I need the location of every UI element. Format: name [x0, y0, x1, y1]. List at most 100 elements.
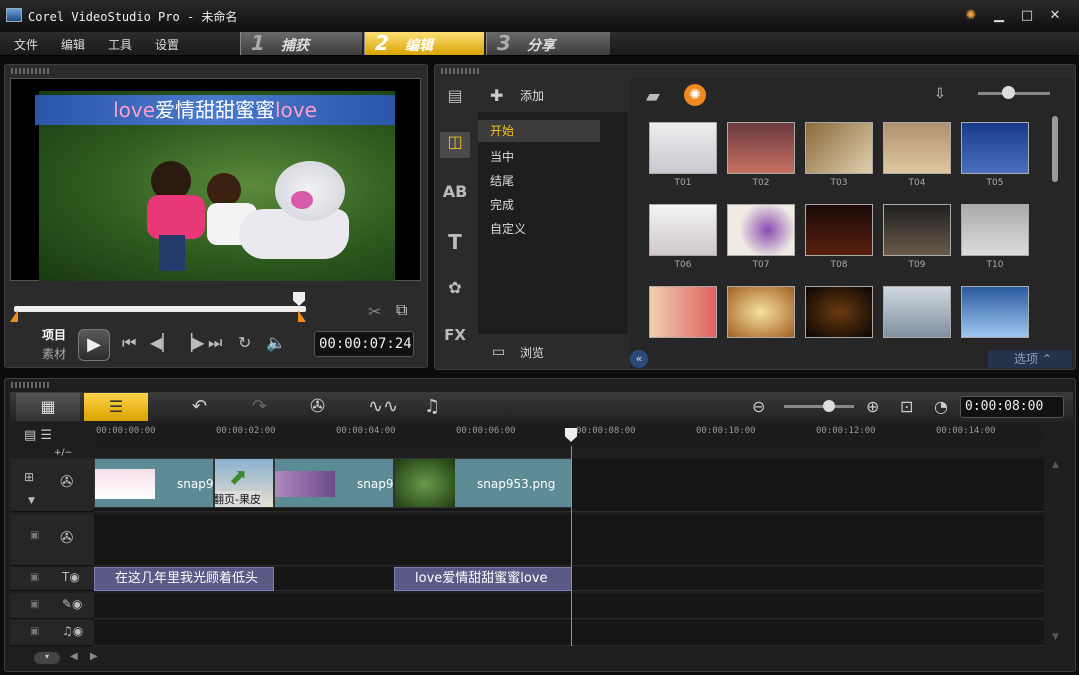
add-label[interactable]: 添加 — [520, 87, 544, 104]
timeline-view-button[interactable]: ☰ — [84, 393, 148, 421]
home-button[interactable]: ⏮ — [122, 333, 136, 353]
end-button[interactable]: ⏭ — [208, 333, 222, 353]
zoom-slider[interactable] — [784, 405, 854, 408]
lock-icon[interactable]: ▣ — [30, 599, 39, 610]
library-scrollbar[interactable] — [1052, 116, 1058, 182]
zoom-in-icon[interactable]: ⊕ — [866, 397, 879, 416]
repeat-button[interactable]: ↻ — [238, 333, 251, 352]
volume-button[interactable]: 🔈 — [266, 333, 286, 352]
graphic-icon[interactable]: ✿ — [440, 278, 470, 304]
lock-icon[interactable]: ▣ — [30, 626, 39, 637]
previous-frame-button[interactable]: ◀▏ — [150, 333, 175, 352]
scrub-bar[interactable] — [14, 306, 306, 312]
tab-capture[interactable]: 1 捕获 — [240, 31, 362, 55]
scroll-left-icon[interactable]: ◀ — [70, 651, 78, 662]
thumbnail-t11[interactable] — [649, 286, 717, 338]
browse-icon[interactable]: ▭ — [492, 344, 505, 360]
enlarge-preview-icon[interactable]: ⧉ — [396, 300, 407, 320]
video-clip[interactable]: snap9 — [274, 458, 394, 508]
panel-grip[interactable] — [11, 382, 51, 388]
title-track[interactable]: 在这几年里我光顾着低头 love爱情甜甜蜜蜜love — [94, 567, 1044, 591]
menu-settings[interactable]: 设置 — [155, 36, 179, 53]
timeline-scroll-up[interactable]: ▲ — [1052, 460, 1059, 470]
storyboard-view-button[interactable]: ▦ — [16, 393, 80, 421]
ripple-edit-icon[interactable]: ⊞ — [24, 470, 34, 484]
undo-icon[interactable]: ↶ — [192, 396, 207, 417]
thumbnail-t08[interactable] — [805, 204, 873, 256]
thumbnail-t04[interactable] — [883, 122, 951, 174]
mode-project[interactable]: 项目 — [42, 326, 66, 343]
title-clip[interactable]: 在这几年里我光顾着低头 — [94, 567, 274, 591]
timecode-display[interactable]: 00:00:07:24 — [314, 331, 414, 357]
scissors-icon[interactable]: ✂ — [368, 302, 381, 321]
thumbnail-t15[interactable] — [961, 286, 1029, 338]
audio-mix-icon[interactable]: ∿∿ — [368, 396, 398, 417]
thumbnail-t07[interactable] — [727, 204, 795, 256]
play-button[interactable]: ▶ — [78, 329, 110, 361]
fx-icon[interactable]: FX — [440, 326, 470, 352]
category-done[interactable]: 完成 — [490, 196, 514, 213]
thumbnail-t03[interactable] — [805, 122, 873, 174]
scroll-right-icon[interactable]: ▶ — [90, 651, 98, 662]
tab-share[interactable]: 3 分享 — [486, 31, 610, 55]
video-clip[interactable]: snap9 — [94, 458, 214, 508]
thumbnail-t02[interactable] — [727, 122, 795, 174]
category-middle[interactable]: 当中 — [490, 148, 514, 165]
thumbnail-t05[interactable] — [961, 122, 1029, 174]
timeline-options-button[interactable]: ▾ — [34, 652, 60, 664]
thumbnail-t13[interactable] — [805, 286, 873, 338]
add-icon[interactable]: ✚ — [490, 86, 503, 105]
lock-icon[interactable]: ▣ — [30, 572, 39, 583]
close-button[interactable]: ✕ — [1046, 8, 1064, 24]
video-track[interactable]: snap9 ⬈ 翻页-果皮 snap9 snap953.png — [94, 458, 1044, 512]
browse-label[interactable]: 浏览 — [520, 344, 544, 361]
redo-icon[interactable]: ↷ — [252, 396, 267, 417]
tab-edit[interactable]: 2 编辑 — [364, 31, 484, 55]
auto-music-icon[interactable]: ♫ — [424, 396, 440, 417]
menu-file[interactable]: 文件 — [14, 36, 38, 53]
category-custom[interactable]: 自定义 — [490, 220, 526, 237]
menu-tools[interactable]: 工具 — [108, 36, 132, 53]
thumbnail-t10[interactable] — [961, 204, 1029, 256]
voice-track[interactable] — [94, 593, 1044, 619]
transition-clip[interactable]: ⬈ 翻页-果皮 — [214, 458, 274, 508]
lock-icon[interactable]: ▣ — [30, 530, 39, 541]
panel-grip[interactable] — [441, 68, 481, 74]
thumbnail-t09[interactable] — [883, 204, 951, 256]
sort-icon[interactable]: ⇩ — [934, 86, 946, 102]
slider-knob[interactable] — [1002, 86, 1015, 99]
title-clip[interactable]: love爱情甜甜蜜蜜love — [394, 567, 572, 591]
maximize-button[interactable]: □ — [1018, 8, 1036, 24]
next-frame-button[interactable]: ▕▶ — [180, 333, 205, 352]
media-icon[interactable]: ▤ — [440, 86, 470, 112]
category-end[interactable]: 结尾 — [490, 172, 514, 189]
folder-icon[interactable]: ▰ — [646, 86, 660, 107]
overlay-track[interactable] — [94, 514, 1044, 566]
menu-edit[interactable]: 编辑 — [61, 36, 85, 53]
transition-icon[interactable]: ◫ — [440, 132, 470, 158]
add-remove-tracks[interactable]: +/− — [54, 448, 72, 458]
zoom-slider-knob[interactable] — [823, 400, 835, 412]
film-reel-icon[interactable]: ✺ — [684, 84, 706, 106]
record-capture-icon[interactable]: ✇ — [310, 396, 325, 417]
panel-grip[interactable] — [11, 68, 51, 74]
video-clip[interactable]: snap953.png — [394, 458, 572, 508]
category-start[interactable]: 开始 — [478, 120, 600, 142]
title-ab-icon[interactable]: AB — [440, 182, 470, 208]
minimize-button[interactable]: ▁ — [990, 8, 1008, 24]
options-button[interactable]: 选项 ⌃ — [988, 350, 1072, 368]
collapse-library-icon[interactable]: « — [630, 350, 648, 368]
thumbnail-t14[interactable] — [883, 286, 951, 338]
thumbnail-t12[interactable] — [727, 286, 795, 338]
film-reel-icon[interactable]: ✺ — [962, 8, 980, 24]
title-t-icon[interactable]: T — [440, 230, 470, 256]
timeline-scroll-down[interactable]: ▼ — [1052, 632, 1059, 642]
zoom-out-icon[interactable]: ⊖ — [752, 397, 765, 416]
dropdown-arrow-icon[interactable]: ▼ — [28, 496, 35, 506]
thumbnail-t06[interactable] — [649, 204, 717, 256]
thumbnail-t01[interactable] — [649, 122, 717, 174]
fit-project-icon[interactable]: ⊡ — [900, 397, 913, 416]
mode-clip[interactable]: 素材 — [42, 345, 66, 362]
music-track[interactable] — [94, 620, 1044, 646]
track-manager-icon[interactable]: ▤ ☰ — [24, 428, 52, 443]
